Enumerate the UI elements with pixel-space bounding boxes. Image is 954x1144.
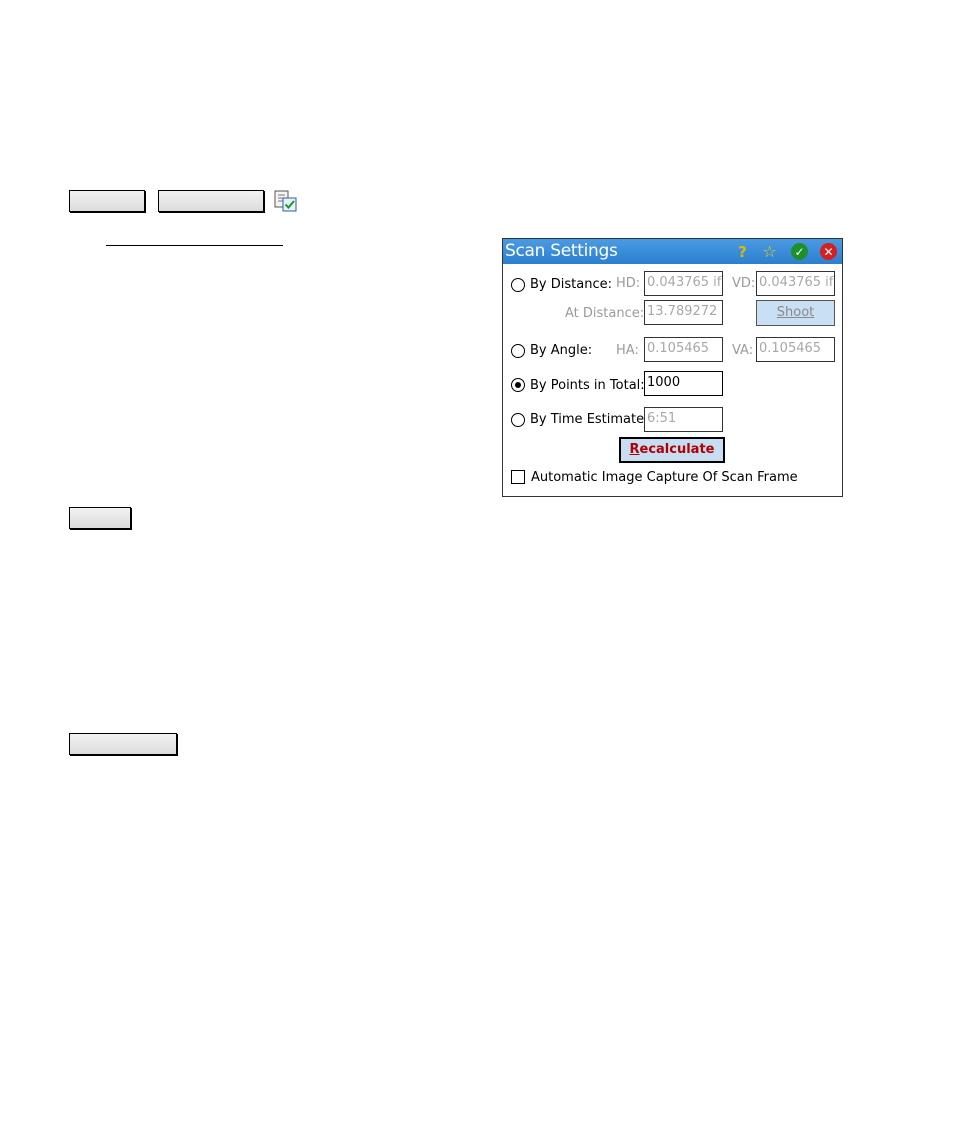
scan-settings-dialog: Scan Settings ? ☆ ✓ ✕ By Distance: HD: 0… [502,238,843,497]
by-points-label: By Points in Total: [530,378,645,393]
by-distance-label: By Distance: [530,277,612,292]
by-angle-label: By Angle: [530,343,593,358]
recalculate-label: Recalculate [629,442,715,457]
auto-capture-label: Automatic Image Capture Of Scan Frame [531,470,798,485]
doc-button-4[interactable] [69,733,177,755]
shoot-label: Shoot [776,305,815,320]
doc-button-3[interactable] [69,507,131,529]
by-time-radio[interactable] [511,413,525,427]
at-distance-field[interactable]: 13.789272 i [644,300,723,325]
at-distance-label: At Distance: [565,306,645,321]
ok-check-icon[interactable]: ✓ [791,243,808,260]
dialog-titlebar: Scan Settings ? ☆ ✓ ✕ [503,239,842,264]
hd-field[interactable]: 0.043765 if [644,271,723,296]
settings-checklist-icon[interactable] [273,190,298,213]
by-time-label: By Time Estimate: [530,412,649,427]
close-icon[interactable]: ✕ [820,243,837,260]
vd-label: VD: [732,276,756,291]
by-angle-radio[interactable] [511,344,525,358]
doc-button-1[interactable] [69,190,145,212]
doc-button-2[interactable] [158,190,264,212]
by-distance-radio[interactable] [511,278,525,292]
favorites-star-icon[interactable]: ☆ [761,242,778,261]
shoot-button[interactable]: Shoot [756,300,835,326]
help-icon[interactable]: ? [734,243,751,261]
vd-field[interactable]: 0.043765 if [756,271,835,296]
points-total-field[interactable]: 1000 [644,371,723,396]
doc-underline [106,245,283,246]
by-points-radio[interactable] [511,378,525,392]
recalculate-button[interactable]: Recalculate [619,437,725,463]
ha-field[interactable]: 0.105465 [644,337,723,362]
va-label: VA: [732,343,754,358]
ha-label: HA: [616,343,639,358]
va-field[interactable]: 0.105465 [756,337,835,362]
dialog-title: Scan Settings [505,241,618,261]
auto-capture-checkbox[interactable] [511,470,525,484]
hd-label: HD: [616,276,641,291]
time-estimate-field[interactable]: 6:51 [644,407,723,432]
